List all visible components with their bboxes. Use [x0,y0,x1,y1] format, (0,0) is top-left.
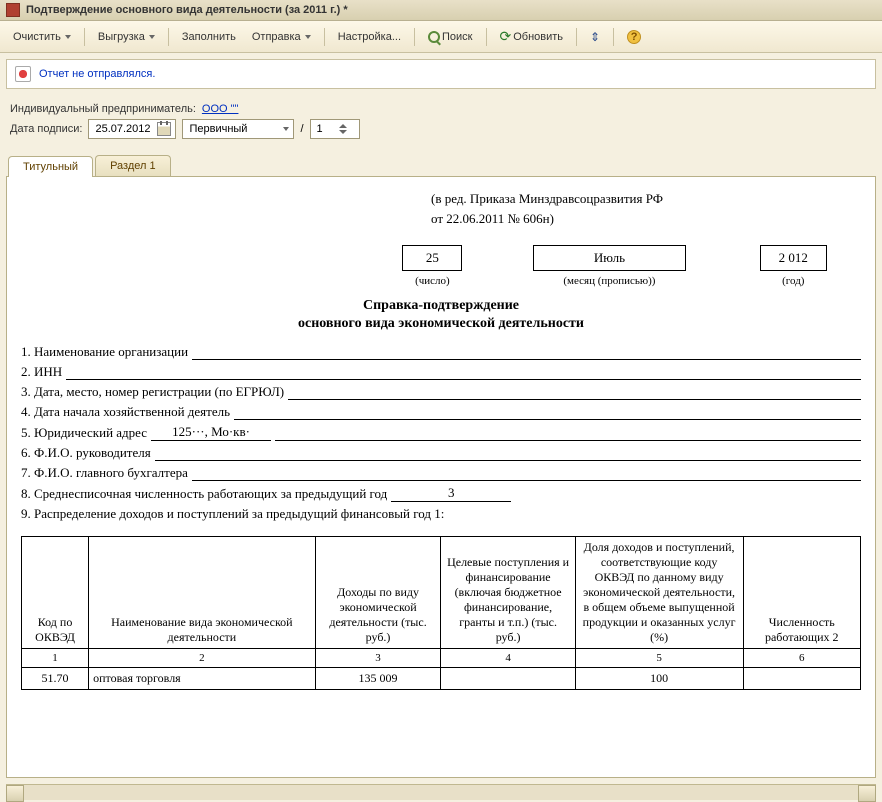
date-month: Июль [533,245,686,271]
doc-subtitle: основного вида экономической деятельност… [21,316,861,332]
help-icon: ? [627,30,641,44]
document: (в ред. Приказа Минздравсоцразвития РФ о… [21,189,861,690]
spinner-buttons[interactable] [339,124,347,134]
titlebar: Подтверждение основного вида деятельност… [0,0,882,21]
addr-value-a: 125···, Мо·кв· [151,424,271,441]
refresh-button[interactable]: ⟳Обновить [493,24,571,49]
sign-date-input[interactable] [88,119,176,139]
entrepreneur-link[interactable]: ООО "" [202,103,239,115]
distribution-table: Код по ОКВЭД Наименование вида экономиче… [21,536,861,690]
status-icon [15,66,31,82]
app-icon [6,3,20,17]
tab-title[interactable]: Титульный [8,156,93,177]
tab-section1[interactable]: Раздел 1 [95,155,171,176]
reg-value [288,384,861,400]
table-row: 51.70 оптовая торговля 135 009 100 [22,668,861,690]
doc-title: Справка-подтверждение [21,298,861,314]
seq-separator: / [300,123,303,135]
head-value [155,445,861,461]
doc-reference: (в ред. Приказа Минздравсоцразвития РФ о… [431,189,861,228]
entrepreneur-label: Индивидуальный предприниматель: [10,103,196,115]
inn-value [66,364,861,380]
date-table: 25 Июль 2 012 (число) (месяц (прописью))… [21,242,861,290]
document-pane[interactable]: (в ред. Приказа Минздравсоцразвития РФ о… [6,176,876,778]
clear-button[interactable]: Очистить [6,27,78,47]
date-day: 25 [402,245,462,271]
updown-icon: ⇕ [590,30,600,44]
chevron-down-icon [305,35,311,39]
avg-count-value: 3 [391,485,511,502]
window-title: Подтверждение основного вида деятельност… [26,4,348,16]
search-button[interactable]: Поиск [421,27,479,47]
horizontal-scrollbar[interactable] [6,784,876,800]
sign-date-label: Дата подписи: [10,123,82,135]
kind-select[interactable] [182,119,294,139]
status-text: Отчет не отправлялся. [39,68,155,80]
chevron-down-icon [65,35,71,39]
status-bar: Отчет не отправлялся. [6,59,876,89]
help-button[interactable]: ? [620,26,648,48]
fill-button[interactable]: Заполнить [175,27,243,47]
settings-button[interactable]: Настройка... [331,27,408,47]
seq-input[interactable] [310,119,360,139]
chevron-down-icon[interactable] [283,127,289,131]
refresh-icon: ⟳ [500,28,512,45]
calendar-icon[interactable] [157,122,171,136]
form-area: Индивидуальный предприниматель: ООО "" Д… [0,95,882,151]
date-year: 2 012 [760,245,827,271]
toolbar: Очистить Выгрузка Заполнить Отправка Нас… [0,21,882,53]
addr-value-b [275,425,861,441]
tabs: Титульный Раздел 1 [0,155,882,176]
org-name-value [192,344,861,360]
chevron-down-icon [149,35,155,39]
updown-button[interactable]: ⇕ [583,26,607,48]
search-icon [428,31,440,43]
start-date-value [234,404,861,420]
send-button[interactable]: Отправка [245,27,318,47]
export-button[interactable]: Выгрузка [91,27,162,47]
accountant-value [192,465,861,481]
